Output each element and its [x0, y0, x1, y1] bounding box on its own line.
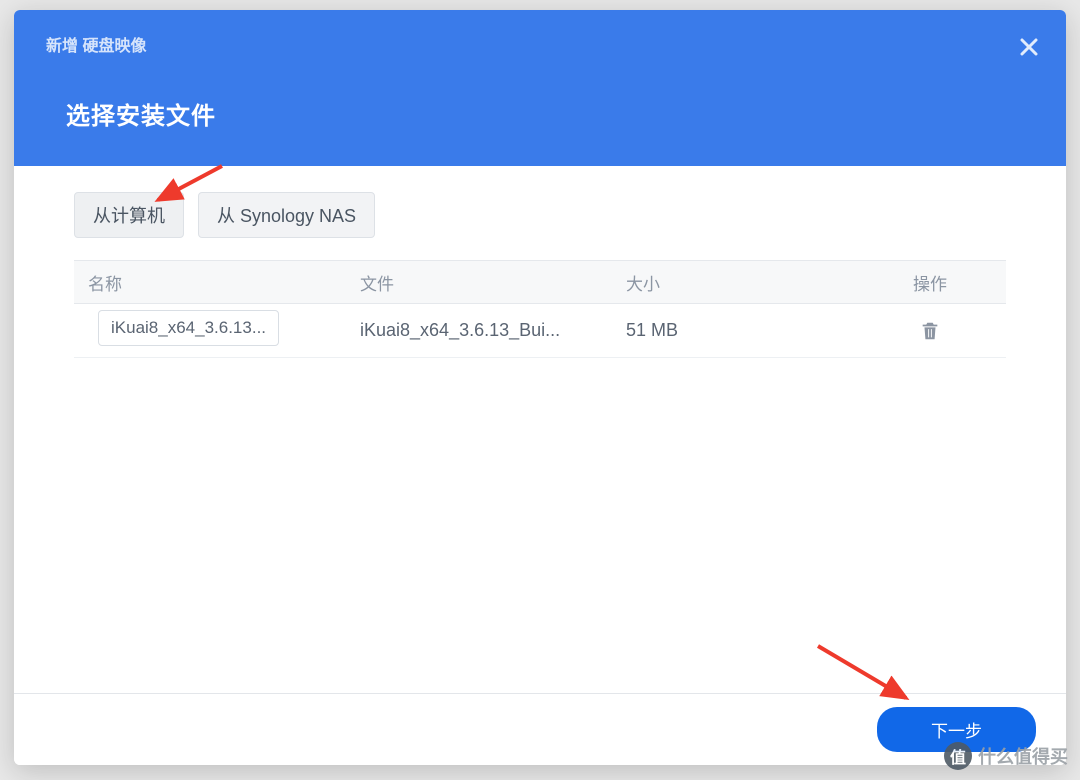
page-title: 选择安装文件 [66, 96, 216, 131]
close-button[interactable] [1014, 32, 1044, 62]
file-table: 名称 文件 大小 操作 iKuai8_x64_3.6.13... iKuai8_… [74, 260, 1006, 358]
modal-footer: 下一步 [14, 693, 1066, 765]
next-button[interactable]: 下一步 [877, 707, 1036, 752]
col-header-name: 名称 [74, 270, 346, 295]
modal-body: 从计算机 从 Synology NAS 名称 文件 大小 操作 iKuai8_x… [14, 166, 1066, 358]
modal-header: 新增 硬盘映像 选择安装文件 [14, 10, 1066, 166]
source-tabs: 从计算机 从 Synology NAS [74, 192, 1006, 238]
cell-file: iKuai8_x64_3.6.13_Bui... [346, 320, 612, 341]
cell-size: 51 MB [612, 320, 870, 341]
close-icon [1020, 32, 1038, 63]
modal-new-disk-image: 新增 硬盘映像 选择安装文件 从计算机 从 Synology NAS 名称 文件… [14, 10, 1066, 765]
table-row: iKuai8_x64_3.6.13... iKuai8_x64_3.6.13_B… [74, 304, 1006, 358]
col-header-file: 文件 [346, 270, 612, 295]
tab-from-computer[interactable]: 从计算机 [74, 192, 184, 238]
cell-name: iKuai8_x64_3.6.13... [74, 310, 346, 351]
col-header-action: 操作 [870, 270, 990, 295]
breadcrumb: 新增 硬盘映像 [46, 32, 146, 56]
cell-action [870, 320, 990, 342]
filename-pill[interactable]: iKuai8_x64_3.6.13... [98, 310, 279, 346]
tab-from-synology-nas[interactable]: 从 Synology NAS [198, 192, 375, 238]
table-header-row: 名称 文件 大小 操作 [74, 260, 1006, 304]
trash-icon [919, 320, 941, 342]
delete-button[interactable] [919, 320, 941, 342]
col-header-size: 大小 [612, 270, 870, 295]
